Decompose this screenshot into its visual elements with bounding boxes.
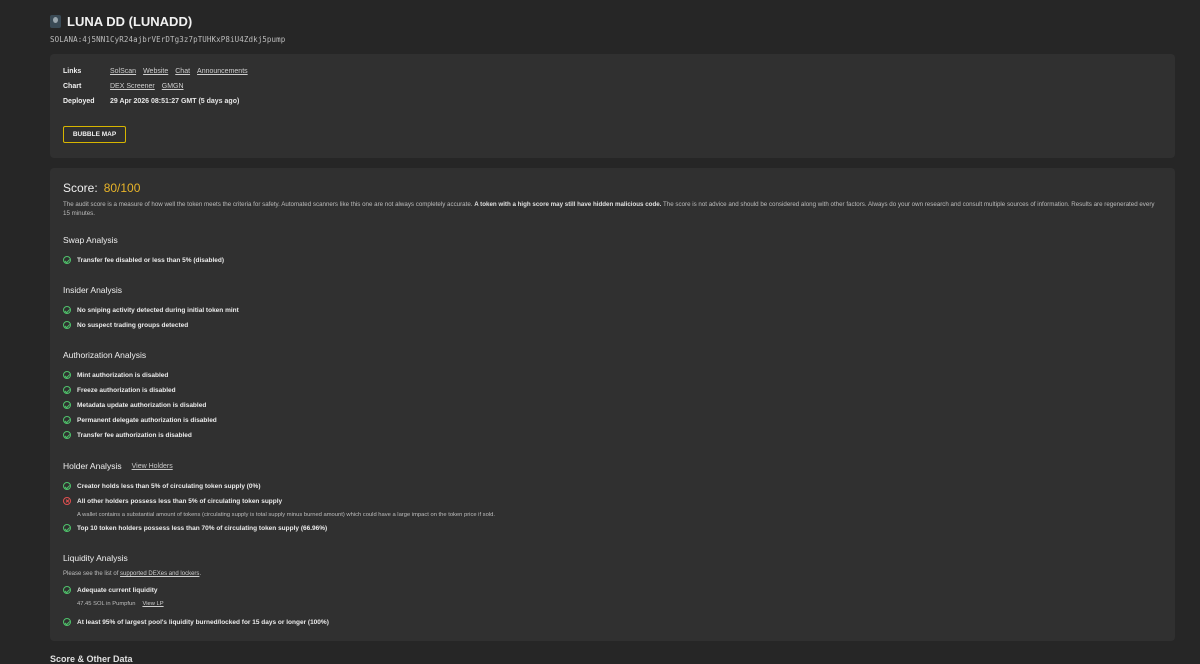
check-item: At least 95% of largest pool's liquidity… xyxy=(63,618,329,626)
token-title: LUNA DD (LUNADD) xyxy=(67,14,193,29)
chart-label: Chart xyxy=(63,83,82,90)
supported-dexes-link[interactable]: supported DEXes and lockers xyxy=(120,571,199,577)
link-solscan[interactable]: SolScan xyxy=(110,68,136,75)
view-lp-link[interactable]: View LP xyxy=(142,601,163,607)
check-item: No sniping activity detected during init… xyxy=(63,306,239,314)
liquidity-amount-note: 47.45 SOL in Pumpfun View LP xyxy=(77,601,164,607)
check-text: All other holders possess less than 5% o… xyxy=(77,497,283,505)
check-text: No sniping activity detected during init… xyxy=(77,306,239,314)
liquidity-analysis-title: Liquidity Analysis xyxy=(63,553,128,563)
check-circle-icon xyxy=(63,416,71,424)
check-text: No suspect trading groups detected xyxy=(77,321,189,329)
score-label: Score: xyxy=(63,181,98,195)
link-announcements[interactable]: Announcements xyxy=(197,68,248,75)
check-text: Mint authorization is disabled xyxy=(77,371,169,379)
insider-analysis-title: Insider Analysis xyxy=(63,285,122,295)
insider-title-text: Insider Analysis xyxy=(63,285,123,295)
liquidity-note-suffix: . xyxy=(199,571,202,577)
deployed-label: Deployed xyxy=(63,98,95,105)
score-value: 80/100 xyxy=(103,181,141,195)
token-header: LUNA DD (LUNADD) SOLANA:4j5NN1CyR24ajbrV… xyxy=(50,14,285,44)
audit-score-card: Score: 80/100 The audit score is a measur… xyxy=(50,168,1175,641)
check-circle-icon xyxy=(63,386,71,394)
liquidity-title-text: Liquidity Analysis xyxy=(63,553,128,563)
liquidity-amount: 47.45 SOL in Pumpfun xyxy=(77,601,136,607)
check-text: Top 10 token holders possess less than 7… xyxy=(77,524,328,532)
swap-analysis-title: Swap Analysis xyxy=(63,235,118,245)
check-item: Permanent delegate authorization is disa… xyxy=(63,416,217,424)
check-item: Adequate current liquidity xyxy=(63,586,158,594)
token-info-card: Links SolScan Website Chat Announcements… xyxy=(50,54,1175,158)
check-item: Transfer fee disabled or less than 5% (d… xyxy=(63,256,224,264)
link-chat[interactable]: Chat xyxy=(175,68,190,75)
check-circle-icon xyxy=(63,524,71,532)
check-item: Mint authorization is disabled xyxy=(63,371,168,379)
check-circle-icon xyxy=(63,321,71,329)
check-circle-icon xyxy=(63,431,71,439)
deployed-row: Deployed 29 Apr 2026 08:51:27 GMT (5 day… xyxy=(63,98,239,105)
token-address[interactable]: SOLANA:4j5NN1CyR24ajbrVErDTg3z7pTUHKxP8i… xyxy=(50,35,285,44)
authorization-analysis-title: Authorization Analysis xyxy=(63,350,146,360)
check-circle-icon xyxy=(63,306,71,314)
check-text: Transfer fee disabled or less than 5% (d… xyxy=(77,256,225,264)
token-logo-icon xyxy=(50,15,61,28)
x-circle-icon xyxy=(63,497,71,505)
check-text: Creator holds less than 5% of circulatin… xyxy=(77,482,261,490)
score-desc-warning: A token with a high score may still have… xyxy=(474,201,662,208)
chart-row: Chart DEX Screener GMGN xyxy=(63,83,184,90)
check-circle-icon xyxy=(63,371,71,379)
score-description: The audit score is a measure of how well… xyxy=(63,200,1158,218)
check-item: Metadata update authorization is disable… xyxy=(63,401,206,409)
check-item: Top 10 token holders possess less than 7… xyxy=(63,524,327,532)
check-circle-icon xyxy=(63,586,71,594)
authorization-title-text: Authorization Analysis xyxy=(63,350,147,360)
check-text: Freeze authorization is disabled xyxy=(77,386,176,394)
view-holders-link[interactable]: View Holders xyxy=(132,463,173,470)
holder-title-text: Holder Analysis xyxy=(63,461,122,471)
liquidity-note: Please see the list of supported DEXes a… xyxy=(63,571,201,577)
check-item: Transfer fee authorization is disabled xyxy=(63,431,192,439)
links-row: Links SolScan Website Chat Announcements xyxy=(63,68,248,75)
swap-title-text: Swap Analysis xyxy=(63,235,118,245)
next-section-title: Score & Other Data xyxy=(50,654,133,664)
link-website[interactable]: Website xyxy=(143,68,168,75)
link-gmgn[interactable]: GMGN xyxy=(162,83,184,90)
check-text: Transfer fee authorization is disabled xyxy=(77,431,192,439)
score-desc-part1: The audit score is a measure of how well… xyxy=(63,201,475,208)
check-circle-icon xyxy=(63,618,71,626)
liquidity-note-prefix: Please see the list of xyxy=(63,571,121,577)
check-circle-icon xyxy=(63,482,71,490)
check-item: No suspect trading groups detected xyxy=(63,321,188,329)
check-circle-icon xyxy=(63,256,71,264)
check-text: Permanent delegate authorization is disa… xyxy=(77,416,217,424)
check-text: Adequate current liquidity xyxy=(77,586,158,594)
deployed-value: 29 Apr 2026 08:51:27 GMT (5 days ago) xyxy=(110,98,240,105)
check-circle-icon xyxy=(63,401,71,409)
holder-analysis-title: Holder Analysis View Holders xyxy=(63,461,173,471)
check-item: Freeze authorization is disabled xyxy=(63,386,176,394)
check-item: Creator holds less than 5% of circulatin… xyxy=(63,482,260,490)
token-title-row: LUNA DD (LUNADD) xyxy=(50,14,285,29)
score-line: Score: 80/100 xyxy=(63,181,140,195)
check-text: Metadata update authorization is disable… xyxy=(77,401,207,409)
check-text: At least 95% of largest pool's liquidity… xyxy=(77,618,329,626)
links-label: Links xyxy=(63,68,82,75)
check-item-failed: All other holders possess less than 5% o… xyxy=(63,497,282,505)
bubble-map-button[interactable]: BUBBLE MAP xyxy=(63,126,126,143)
holder-warning-note: A wallet contains a substantial amount o… xyxy=(77,512,495,518)
link-dex-screener[interactable]: DEX Screener xyxy=(110,83,155,90)
